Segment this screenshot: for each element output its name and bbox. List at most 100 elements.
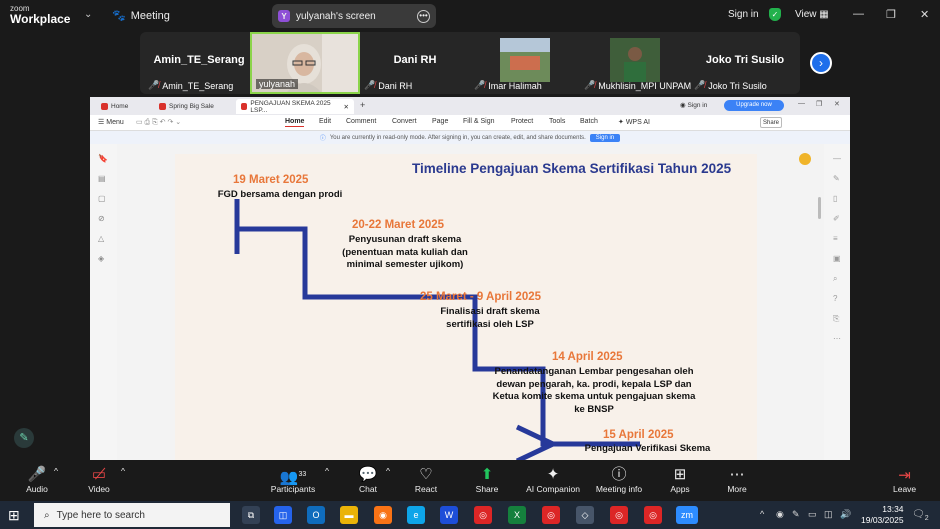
edge-icon[interactable]: e	[407, 506, 425, 524]
tray-app-icon[interactable]: ✎	[792, 509, 800, 520]
windows-start-icon[interactable]: ⊞	[8, 507, 20, 524]
video-options-caret[interactable]: ^	[121, 466, 125, 476]
menu-tools[interactable]: Tools	[549, 118, 565, 125]
taskbar-search[interactable]: ⌕ Type here to search	[34, 503, 230, 527]
share-screen-button[interactable]: ⬆ Share	[473, 466, 501, 494]
participants-button[interactable]: 👥33 Participants	[268, 466, 318, 494]
participant-tile[interactable]: 🎤̸ Imar Halimah	[470, 32, 580, 94]
search-icon[interactable]: ⌕	[833, 274, 837, 284]
screen-share-indicator[interactable]: Y yulyanah's screen •••	[272, 4, 436, 28]
chrome-icon[interactable]: ◎	[542, 506, 560, 524]
leave-button[interactable]: ⇥ Leave	[893, 466, 916, 494]
help-icon[interactable]: ?	[833, 294, 837, 303]
apps-button[interactable]: ⊞ Apps	[667, 466, 693, 494]
close-icon[interactable]: ✕	[834, 100, 840, 108]
comment-icon[interactable]: ▢	[98, 194, 106, 203]
tab-document[interactable]: PENGAJUAN SKEMA 2025 LSP... ✕	[236, 99, 354, 114]
network-icon[interactable]: ◫	[824, 509, 833, 520]
more-options-icon[interactable]: •••	[417, 9, 430, 23]
thumbnail-icon[interactable]: ▤	[98, 174, 106, 183]
toolbar-icons[interactable]: ▭ ⎙ ⎘ ↶ ↷ ⌄	[136, 118, 181, 127]
sign-in-link[interactable]: Sign in	[728, 9, 759, 20]
tray-chevron-icon[interactable]: ^	[760, 509, 764, 519]
menu-convert[interactable]: Convert	[392, 118, 417, 125]
menu-page[interactable]: Page	[432, 118, 448, 125]
participant-tile[interactable]: Amin_TE_Serang 🎤̸ Amin_TE_Serang	[144, 32, 254, 94]
ai-companion-button[interactable]: ✦ AI Companion	[524, 466, 582, 494]
chrome-icon[interactable]: ◎	[610, 506, 628, 524]
menu-protect[interactable]: Protect	[511, 118, 533, 125]
chevron-down-icon[interactable]: ⌄	[84, 9, 92, 20]
close-icon[interactable]: ✕	[920, 8, 929, 21]
react-button[interactable]: ♡ React	[412, 466, 440, 494]
chrome-icon[interactable]: ◎	[644, 506, 662, 524]
menu-button[interactable]: ☰ Menu	[98, 118, 124, 126]
minimize-icon[interactable]: —	[798, 100, 805, 107]
layout-icon[interactable]: ▣	[833, 254, 841, 263]
restore-icon[interactable]: ❐	[886, 8, 896, 21]
minimize-icon[interactable]: —	[853, 8, 864, 20]
more-icon[interactable]: ⋯	[833, 334, 841, 343]
adjust-icon[interactable]: ≡	[833, 234, 838, 243]
task-view-icon[interactable]: ⧉	[242, 506, 260, 524]
battery-icon[interactable]: ▭	[808, 509, 817, 520]
participant-tile-active[interactable]: yulyanah	[250, 32, 360, 94]
menu-wps-ai[interactable]: ✦ WPS AI	[618, 118, 650, 126]
upgrade-button[interactable]: Upgrade now	[724, 100, 784, 111]
chrome-icon[interactable]: ◎	[474, 506, 492, 524]
volume-icon[interactable]: 🔊	[840, 509, 851, 520]
audio-button[interactable]: 🎤 Audio	[22, 466, 52, 494]
menu-comment[interactable]: Comment	[346, 118, 376, 125]
outlook-icon[interactable]: O	[307, 506, 325, 524]
firefox-icon[interactable]: ◉	[374, 506, 392, 524]
page-icon[interactable]: ▯	[833, 194, 837, 203]
share-button[interactable]: Share	[760, 117, 782, 128]
tray-app-icon[interactable]: ◉	[776, 509, 784, 520]
menu-fill-sign[interactable]: Fill & Sign	[463, 118, 495, 125]
app-icon[interactable]: ◇	[576, 506, 594, 524]
banner-sign-in-button[interactable]: Sign in	[589, 133, 621, 142]
menu-home[interactable]: Home	[285, 118, 305, 127]
annotate-pen-icon[interactable]: ✎	[14, 428, 34, 448]
new-tab-icon[interactable]: +	[360, 100, 365, 110]
audio-options-caret[interactable]: ^	[54, 466, 58, 476]
edit-icon[interactable]: ✎	[833, 174, 840, 183]
participants-options-caret[interactable]: ^	[325, 466, 329, 476]
file-explorer-icon[interactable]: ▬	[340, 506, 358, 524]
chat-options-caret[interactable]: ^	[386, 466, 390, 476]
signature-icon[interactable]: △	[98, 234, 104, 243]
scrollbar-thumb[interactable]	[818, 197, 821, 219]
feedback-icon[interactable]: ⎘	[833, 314, 839, 324]
zoom-app-icon[interactable]: zm	[676, 506, 698, 524]
close-tab-icon[interactable]: ✕	[344, 103, 349, 111]
video-label: Video	[88, 484, 110, 494]
restore-icon[interactable]: ❐	[816, 100, 822, 108]
tab-spring-sale[interactable]: Spring Big Sale	[154, 99, 234, 114]
minus-icon[interactable]: —	[833, 154, 841, 163]
video-button[interactable]: ▭̸ Video	[84, 466, 114, 494]
meeting-menu[interactable]: 🐾 Meeting	[112, 9, 170, 23]
taskbar-clock[interactable]: 13:34 19/03/2025	[861, 504, 904, 526]
attachment-icon[interactable]: ⊘	[98, 214, 105, 223]
view-button[interactable]: View ▦	[795, 9, 829, 20]
word-icon[interactable]: W	[440, 506, 458, 524]
participant-tile[interactable]: Joko Tri Susilo 🎤̸ Joko Tri Susilo	[690, 32, 800, 94]
next-page-icon[interactable]: ›	[810, 52, 832, 74]
edit-pencil-icon[interactable]	[799, 153, 811, 165]
shield-check-icon[interactable]: ✓	[769, 8, 781, 21]
participant-tile[interactable]: 🎤̸ Mukhlisin_MPI UNPAM	[580, 32, 691, 94]
bookmark-icon[interactable]: 🔖	[98, 154, 108, 163]
menu-batch[interactable]: Batch	[580, 118, 598, 125]
user-sign-in[interactable]: ◉ Sign in	[680, 101, 707, 109]
menu-edit[interactable]: Edit	[319, 118, 331, 125]
excel-icon[interactable]: X	[508, 506, 526, 524]
chat-button[interactable]: 💬 Chat	[355, 466, 381, 494]
meeting-info-button[interactable]: ⓘ Meeting info	[593, 466, 645, 494]
tab-home[interactable]: Home	[96, 99, 152, 114]
store-icon[interactable]: ◫	[274, 506, 292, 524]
more-button[interactable]: ⋯ More	[724, 466, 750, 494]
participant-tile[interactable]: Dani RH 🎤̸ Dani RH	[360, 32, 470, 94]
layers-icon[interactable]: ◈	[98, 254, 104, 263]
highlight-icon[interactable]: ✐	[833, 214, 840, 223]
notification-icon[interactable]: 🗨2	[912, 509, 929, 522]
